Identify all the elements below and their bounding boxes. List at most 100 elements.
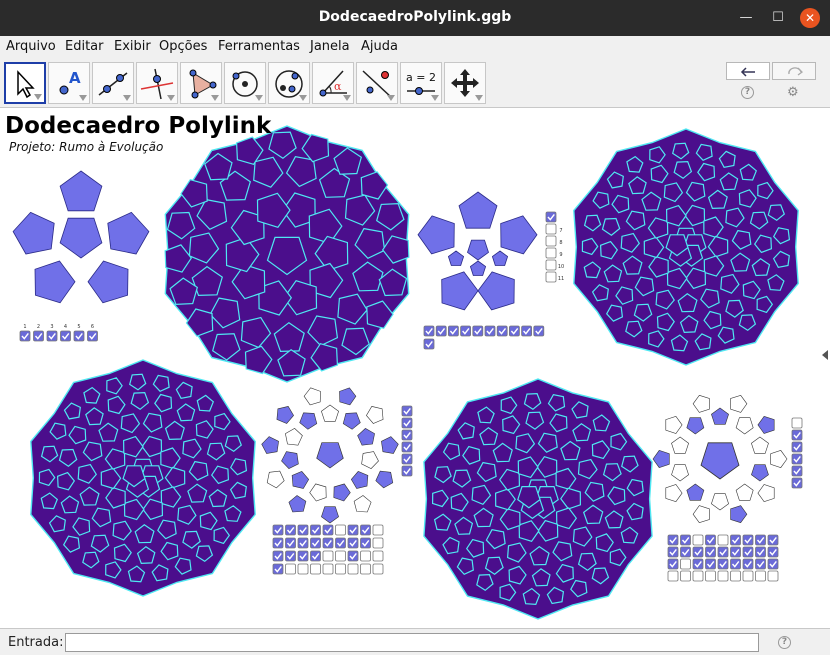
- net-2-side-checkbox[interactable]: [545, 247, 557, 259]
- net-3-grid-checkbox[interactable]: [310, 563, 321, 575]
- net-3-grid-checkbox[interactable]: [360, 537, 371, 549]
- net-3-grid-checkbox[interactable]: [272, 537, 284, 549]
- input-help-icon[interactable]: ?: [778, 636, 791, 649]
- menu-ferramentas[interactable]: Ferramentas: [218, 39, 300, 54]
- net-2-side-checkbox[interactable]: [545, 259, 557, 271]
- net-1-checkbox[interactable]: [46, 330, 58, 342]
- net-4-grid-checkbox[interactable]: [692, 558, 704, 570]
- tool-move-view[interactable]: [444, 62, 486, 104]
- net-4-grid-checkbox[interactable]: [705, 534, 716, 546]
- net-3-grid-checkbox[interactable]: [285, 550, 296, 562]
- net-2-bottom-checkbox[interactable]: [423, 325, 435, 337]
- net-3-grid-checkbox[interactable]: [310, 537, 321, 549]
- net-3-grid-checkbox[interactable]: [347, 524, 359, 536]
- net-2-bottom-checkbox[interactable]: [496, 325, 508, 337]
- net-2-bottom-checkbox[interactable]: [472, 325, 484, 337]
- net-3-grid-checkbox[interactable]: [297, 563, 309, 575]
- net-4-grid-checkbox[interactable]: [767, 570, 779, 582]
- net-2-side-checkbox[interactable]: [545, 223, 557, 235]
- menu-exibir[interactable]: Exibir: [114, 39, 151, 54]
- net-2-side-checkbox[interactable]: [545, 211, 557, 223]
- net-4-grid-checkbox[interactable]: [717, 546, 729, 558]
- net-4-grid-checkbox[interactable]: [755, 570, 766, 582]
- net-3-grid-checkbox[interactable]: [335, 537, 346, 549]
- menu-arquivo[interactable]: Arquivo: [6, 39, 56, 54]
- net-3-grid-checkbox[interactable]: [310, 550, 321, 562]
- net-3-grid-checkbox[interactable]: [297, 524, 309, 536]
- net-3-grid-checkbox[interactable]: [272, 550, 284, 562]
- net-3-grid-checkbox[interactable]: [360, 563, 371, 575]
- net-2-side-checkbox[interactable]: [545, 271, 557, 283]
- net-2-bottom-checkbox[interactable]: [533, 325, 545, 337]
- net-3-grid-checkbox[interactable]: [360, 550, 371, 562]
- net-4-grid-checkbox[interactable]: [705, 546, 716, 558]
- net-2-bottom-checkbox[interactable]: [484, 325, 496, 337]
- net-4-grid-checkbox[interactable]: [755, 558, 766, 570]
- net-4-grid-checkbox[interactable]: [730, 558, 741, 570]
- net-4-grid-checkbox[interactable]: [767, 534, 779, 546]
- net-3-grid-checkbox[interactable]: [285, 524, 296, 536]
- net-4-grid-checkbox[interactable]: [730, 570, 741, 582]
- net-4-grid-checkbox[interactable]: [667, 558, 679, 570]
- net-1-checkbox[interactable]: [87, 330, 98, 342]
- net-3-grid-checkbox[interactable]: [360, 524, 371, 536]
- net-1-checkbox[interactable]: [33, 330, 44, 342]
- net-4-grid-checkbox[interactable]: [767, 558, 779, 570]
- collapse-panel-arrow-icon[interactable]: [822, 350, 828, 360]
- net-4-grid-checkbox[interactable]: [705, 558, 716, 570]
- net-4-grid-checkbox[interactable]: [692, 534, 704, 546]
- net-4-grid-checkbox[interactable]: [742, 546, 754, 558]
- tool-move[interactable]: [4, 62, 46, 104]
- net-3-grid-checkbox[interactable]: [297, 550, 309, 562]
- toolbar-help-icon[interactable]: ?: [741, 86, 754, 99]
- net-4-grid-checkbox[interactable]: [742, 534, 754, 546]
- net-2-bottom-checkbox[interactable]: [435, 325, 447, 337]
- net-4-grid-checkbox[interactable]: [667, 570, 679, 582]
- net-3-grid-checkbox[interactable]: [322, 524, 334, 536]
- net-2-bottom-checkbox[interactable]: [423, 338, 435, 350]
- net-3-grid-checkbox[interactable]: [347, 550, 359, 562]
- net-2-side-checkbox[interactable]: [545, 235, 557, 247]
- net-2-bottom-checkbox[interactable]: [447, 325, 459, 337]
- net-3-side-checkbox[interactable]: [401, 453, 413, 465]
- undo-button[interactable]: [726, 62, 770, 80]
- net-3-grid-checkbox[interactable]: [310, 524, 321, 536]
- net-4-side-checkbox[interactable]: [791, 465, 803, 477]
- net-3-grid-checkbox[interactable]: [335, 563, 346, 575]
- net-2-bottom-checkbox[interactable]: [521, 325, 532, 337]
- net-4-grid-checkbox[interactable]: [667, 534, 679, 546]
- net-3-side-checkbox[interactable]: [401, 429, 413, 441]
- net-4-grid-checkbox[interactable]: [717, 534, 729, 546]
- tool-perpendicular[interactable]: [136, 62, 178, 104]
- net-4-side-checkbox[interactable]: [791, 429, 803, 441]
- net-4-side-checkbox[interactable]: [791, 417, 803, 429]
- minimize-button[interactable]: —: [737, 9, 755, 27]
- net-4-grid-checkbox[interactable]: [767, 546, 779, 558]
- net-3-side-checkbox[interactable]: [401, 465, 413, 477]
- net-3-grid-checkbox[interactable]: [322, 550, 334, 562]
- net-3-grid-checkbox[interactable]: [347, 563, 359, 575]
- net-4-side-checkbox[interactable]: [791, 477, 803, 489]
- net-1-checkbox[interactable]: [60, 330, 71, 342]
- net-4-grid-checkbox[interactable]: [742, 570, 754, 582]
- net-4-grid-checkbox[interactable]: [705, 570, 716, 582]
- net-3-grid-checkbox[interactable]: [335, 550, 346, 562]
- close-button[interactable]: ✕: [800, 8, 820, 28]
- net-3-grid-checkbox[interactable]: [335, 524, 346, 536]
- net-4-grid-checkbox[interactable]: [667, 546, 679, 558]
- net-3-side-checkbox[interactable]: [401, 417, 413, 429]
- menu-ajuda[interactable]: Ajuda: [361, 39, 398, 54]
- net-4-grid-checkbox[interactable]: [680, 546, 691, 558]
- tool-line[interactable]: [92, 62, 134, 104]
- net-4-grid-checkbox[interactable]: [717, 570, 729, 582]
- net-3-grid-checkbox[interactable]: [285, 563, 296, 575]
- net-3-grid-checkbox[interactable]: [272, 563, 284, 575]
- graphics-view[interactable]: 1 2 3 4 5 6 7 8 9 10 11 Dodecaedro Polylink Projet…: [0, 109, 830, 628]
- net-3-grid-checkbox[interactable]: [297, 537, 309, 549]
- net-3-side-checkbox[interactable]: [401, 405, 413, 417]
- net-4-side-checkbox[interactable]: [791, 441, 803, 453]
- net-4-grid-checkbox[interactable]: [692, 546, 704, 558]
- tool-point[interactable]: A: [48, 62, 90, 104]
- net-4-grid-checkbox[interactable]: [680, 534, 691, 546]
- net-4-grid-checkbox[interactable]: [680, 558, 691, 570]
